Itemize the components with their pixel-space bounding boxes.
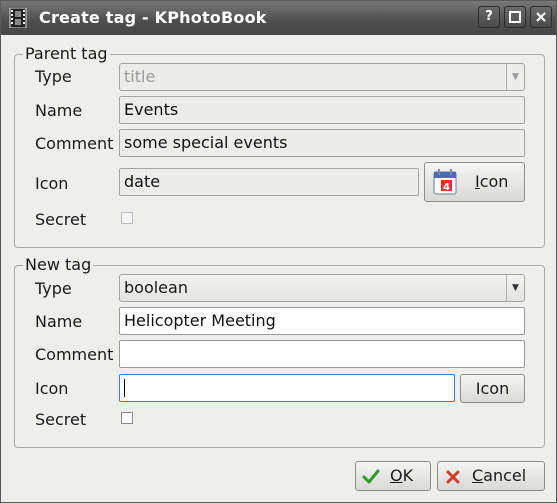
ok-button[interactable]: OK bbox=[355, 461, 431, 491]
new-name-input[interactable]: Helicopter Meeting bbox=[119, 307, 525, 335]
parent-tag-group: Parent tag Type title ▼ Name Events Comm… bbox=[14, 44, 545, 248]
new-comment-label: Comment bbox=[35, 345, 114, 364]
new-icon-input[interactable] bbox=[119, 374, 455, 402]
parent-icon-button[interactable]: 4 Icon bbox=[424, 162, 525, 202]
parent-type-combo: title ▼ bbox=[119, 63, 525, 91]
checkmark-icon bbox=[362, 469, 380, 484]
parent-type-label: Type bbox=[35, 67, 72, 86]
cancel-label: Cancel bbox=[472, 466, 527, 485]
cancel-button[interactable]: Cancel bbox=[437, 461, 545, 491]
parent-tag-legend: Parent tag bbox=[23, 44, 110, 63]
cancel-x-icon bbox=[446, 470, 460, 484]
new-type-value: boolean bbox=[124, 278, 188, 297]
parent-icon-label: Icon bbox=[35, 174, 69, 193]
new-tag-legend: New tag bbox=[23, 255, 94, 274]
dialog-window: Create tag - KPhotoBook ? Parent tag Typ… bbox=[0, 0, 557, 503]
new-secret-label: Secret bbox=[35, 410, 87, 429]
maximize-icon bbox=[509, 11, 521, 23]
title-bar[interactable]: Create tag - KPhotoBook ? bbox=[1, 1, 556, 35]
parent-type-value: title bbox=[124, 67, 156, 86]
new-name-label: Name bbox=[35, 312, 83, 331]
parent-comment-label: Comment bbox=[35, 134, 114, 153]
parent-icon-button-label: Icon bbox=[475, 172, 509, 191]
close-button[interactable] bbox=[530, 6, 552, 28]
calendar-icon: 4 bbox=[433, 169, 457, 195]
maximize-button[interactable] bbox=[504, 6, 526, 28]
parent-secret-checkbox bbox=[121, 212, 133, 224]
ok-label: OK bbox=[390, 466, 414, 485]
new-tag-group: New tag Type boolean ▼ Name Helicopter M… bbox=[14, 255, 545, 448]
close-icon bbox=[536, 12, 546, 22]
new-comment-input[interactable] bbox=[119, 340, 525, 368]
new-icon-button[interactable]: Icon bbox=[460, 374, 525, 403]
parent-comment-field: some special events bbox=[119, 129, 525, 157]
text-cursor bbox=[124, 379, 125, 397]
film-strip-icon bbox=[9, 8, 27, 28]
new-type-combo[interactable]: boolean ▼ bbox=[119, 274, 525, 302]
parent-icon-field: date bbox=[119, 168, 419, 196]
new-icon-label: Icon bbox=[35, 379, 69, 398]
window-title: Create tag - KPhotoBook bbox=[39, 8, 267, 27]
help-button[interactable]: ? bbox=[478, 6, 500, 28]
chevron-down-icon: ▼ bbox=[506, 64, 524, 90]
chevron-down-icon[interactable]: ▼ bbox=[506, 275, 524, 301]
parent-name-label: Name bbox=[35, 101, 83, 120]
parent-name-field: Events bbox=[119, 96, 525, 124]
svg-text:4: 4 bbox=[443, 182, 450, 193]
new-type-label: Type bbox=[35, 279, 72, 298]
parent-secret-label: Secret bbox=[35, 210, 87, 229]
new-secret-checkbox[interactable] bbox=[121, 412, 133, 424]
